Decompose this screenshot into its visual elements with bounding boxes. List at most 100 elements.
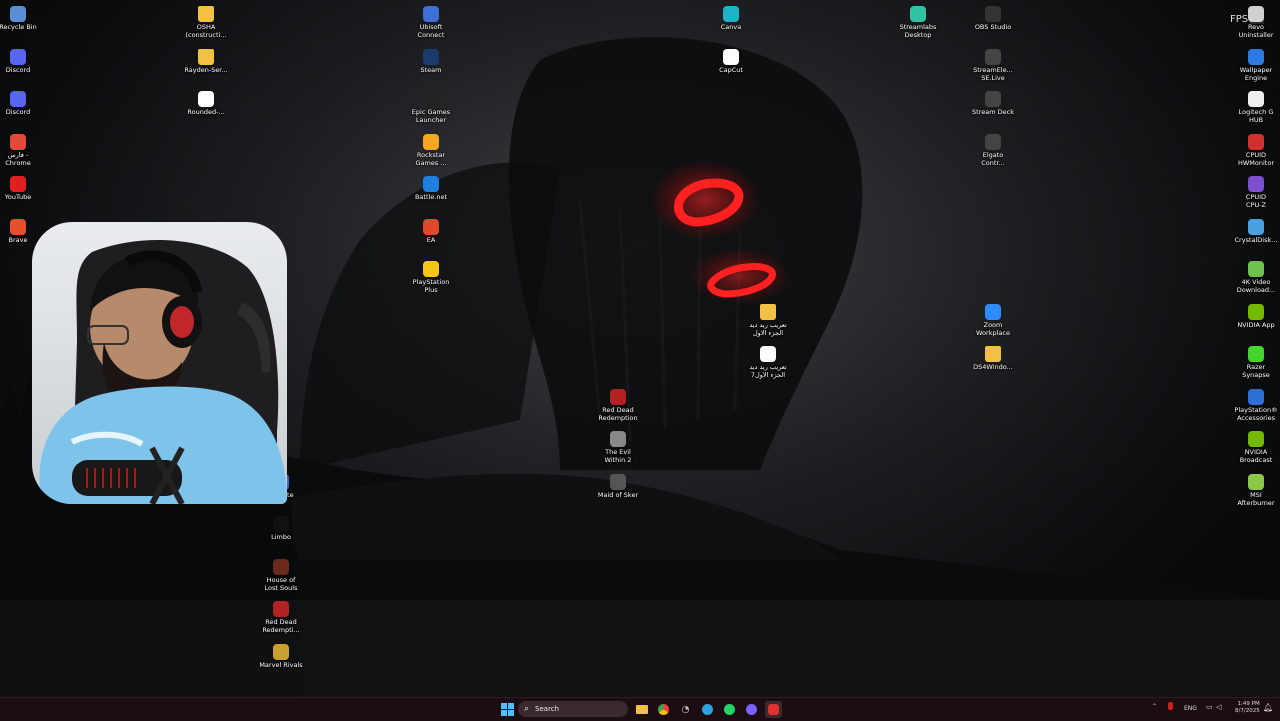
desktop-icon-recycle-bin[interactable]: Recycle Bin [0, 2, 49, 32]
search-placeholder: Search [535, 705, 560, 713]
file-explorer-button[interactable] [633, 701, 650, 718]
desktop-icon-crystaldisk[interactable]: CrystalDisk... [1225, 215, 1280, 245]
webcam-overlay [32, 222, 287, 504]
taskbar-search-box[interactable]: ⌕ Search [518, 701, 628, 717]
rockstar-icon [423, 134, 439, 150]
desktop-icon-nvidia-broadcast[interactable]: NVIDIA Broadcast [1225, 427, 1280, 464]
desktop-icon-rdr-2[interactable]: Red Dead Redempti... [250, 597, 312, 634]
desktop-icon-limbo[interactable]: Limbo [250, 512, 312, 542]
telegram-button[interactable] [699, 701, 716, 718]
desktop-icon-rdr[interactable]: Red Dead Redemption [587, 385, 649, 422]
desktop-icon-cpuid-hw[interactable]: CPUID HWMonitor [1225, 130, 1280, 167]
desktop-icon-marvel-rivals[interactable]: Marvel Rivals [250, 640, 312, 670]
canva-icon [723, 6, 739, 22]
notification-icon[interactable]: 🔔︎ [1263, 703, 1273, 712]
desktop-icon-osha[interactable]: OSHA (constructi... [175, 2, 237, 39]
desktop-icon-capcut[interactable]: CapCut [700, 45, 762, 75]
desktop-icon-label: Limbo [271, 533, 291, 541]
desktop-icon-canva[interactable]: Canva [700, 2, 762, 32]
gauge-icon: ◔ [681, 704, 690, 715]
zoom-icon [985, 304, 1001, 320]
desktop-icon-discord-2[interactable]: Discord [0, 87, 49, 117]
desktop-icon-label: EA [426, 236, 436, 244]
language-indicator[interactable]: ENG [1184, 705, 1197, 712]
desktop-icon-label: MSI Afterburner [1237, 491, 1275, 507]
desktop-icon-rayden-ser[interactable]: Rayden-Ser... [175, 45, 237, 75]
active-app-button[interactable] [765, 701, 782, 718]
revo-icon [1248, 6, 1264, 22]
limbo-icon [273, 516, 289, 532]
chrome-taskbar-button[interactable] [655, 701, 672, 718]
discord-taskbar-button[interactable] [743, 701, 760, 718]
desktop-icon-label: Wallpaper Engine [1239, 66, 1273, 82]
obs-icon [985, 6, 1001, 22]
desktop-icon-streamlabs[interactable]: Streamlabs Desktop [887, 2, 949, 39]
desktop-icon-wallpaper-engine[interactable]: Wallpaper Engine [1225, 45, 1280, 82]
cpuid-hw-icon [1248, 134, 1264, 150]
desktop-icon-msi-afterburner[interactable]: MSI Afterburner [1225, 470, 1280, 507]
desktop-icon-label: Razer Synapse [1242, 363, 1270, 379]
desktop-icon-label: NVIDIA Broadcast [1239, 448, 1273, 464]
desktop-icon-label: CapCut [719, 66, 743, 74]
desktop-icon-label: YouTube [4, 193, 32, 201]
desktop-icon-arabic-folder[interactable]: تعريب ريد ديد الجزء الاول [737, 300, 799, 337]
desktop-icon-battlenet[interactable]: Battle.net [400, 172, 462, 202]
discord-icon [746, 704, 757, 715]
desktop-icon-label: تعريب ريد ديد 7الجزء الاول [749, 363, 787, 379]
desktop-icon-house-lost-souls[interactable]: House of Lost Souls [250, 555, 312, 592]
marvel-rivals-icon [273, 644, 289, 660]
whatsapp-button[interactable] [721, 701, 738, 718]
desktop-icon-ds4windows[interactable]: DS4Windo... [962, 342, 1024, 372]
desktop-icon-streamelements[interactable]: StreamEle... SE.Live [962, 45, 1024, 82]
desktop-icon-label: Streamlabs Desktop [899, 23, 937, 39]
desktop-icon-playstation-plus[interactable]: PlayStation Plus [400, 257, 462, 294]
desktop-icon-obs[interactable]: OBS Studio [962, 2, 1024, 32]
desktop-icon-label: Canva [720, 23, 742, 31]
clock[interactable]: 1:49 PM 8/7/2025 [1235, 701, 1260, 715]
desktop-icon-label: Elgato Contr... [981, 151, 1005, 167]
house-lost-souls-icon [273, 559, 289, 575]
desktop-icon-rounded[interactable]: Rounded-... [175, 87, 237, 117]
desktop-icon-evil-within[interactable]: The Evil Within 2 [587, 427, 649, 464]
folder-icon [635, 705, 648, 714]
network-icon[interactable]: ▭ [1206, 703, 1213, 711]
desktop-icon-ps-accessories[interactable]: PlayStation® Accessories [1225, 385, 1280, 422]
desktop-icon-label: Epic Games Launcher [411, 108, 451, 124]
desktop-icon-razer[interactable]: Razer Synapse [1225, 342, 1280, 379]
gauge-app-button[interactable]: ◔ [677, 701, 694, 718]
desktop-icon-steam[interactable]: Steam [400, 45, 462, 75]
desktop-icon-zoom[interactable]: Zoom Workplace [962, 300, 1024, 337]
discord-1-icon [10, 49, 26, 65]
youtube-icon [10, 176, 26, 192]
ea-icon [423, 219, 439, 235]
desktop-icon-arabic-file[interactable]: تعريب ريد ديد 7الجزء الاول [737, 342, 799, 379]
whatsapp-icon [724, 704, 735, 715]
desktop-icon-streamdeck[interactable]: Stream Deck [962, 87, 1024, 117]
tray-app-icon[interactable] [1168, 702, 1173, 710]
nvidia-broadcast-icon [1248, 431, 1264, 447]
desktop-icon-ubisoft[interactable]: Ubisoft Connect [400, 2, 462, 39]
crystaldisk-icon [1248, 219, 1264, 235]
desktop-icon-elgato[interactable]: Elgato Contr... [962, 130, 1024, 167]
desktop-icon-label: Discord [5, 108, 31, 116]
desktop-icon-chrome-fares[interactable]: فارس - Chrome [0, 130, 49, 167]
desktop-icon-nvidia-app[interactable]: NVIDIA App [1225, 300, 1280, 330]
desktop-icon-revo[interactable]: Revo Uninstaller [1225, 2, 1280, 39]
desktop-icon-label: DS4Windo... [973, 363, 1013, 371]
volume-icon[interactable]: ◁ [1216, 703, 1221, 711]
desktop-icon-4k-video[interactable]: 4K Video Download... [1225, 257, 1280, 294]
desktop-icon-label: فارس - Chrome [5, 151, 31, 167]
desktop-icon-logitech[interactable]: Logitech G HUB [1225, 87, 1280, 124]
desktop-icon-ea[interactable]: EA [400, 215, 462, 245]
desktop-icon-epic[interactable]: Epic Games Launcher [400, 87, 462, 124]
chrome-icon [658, 704, 669, 715]
desktop-icon-rockstar[interactable]: Rockstar Games ... [400, 130, 462, 167]
desktop-icon-discord-1[interactable]: Discord [0, 45, 49, 75]
desktop-icon-label: Red Dead Redempti... [262, 618, 300, 634]
tray-overflow-icon[interactable]: ⌃ [1152, 703, 1157, 710]
start-button[interactable] [499, 701, 516, 718]
desktop-icon-cpuid-cpuz[interactable]: CPUID CPU-Z [1225, 172, 1280, 209]
desktop-icon-label: PlayStation® Accessories [1234, 406, 1278, 422]
desktop-icon-maid-of-sker[interactable]: Maid of Sker [587, 470, 649, 500]
desktop-icon-youtube[interactable]: YouTube [0, 172, 49, 202]
